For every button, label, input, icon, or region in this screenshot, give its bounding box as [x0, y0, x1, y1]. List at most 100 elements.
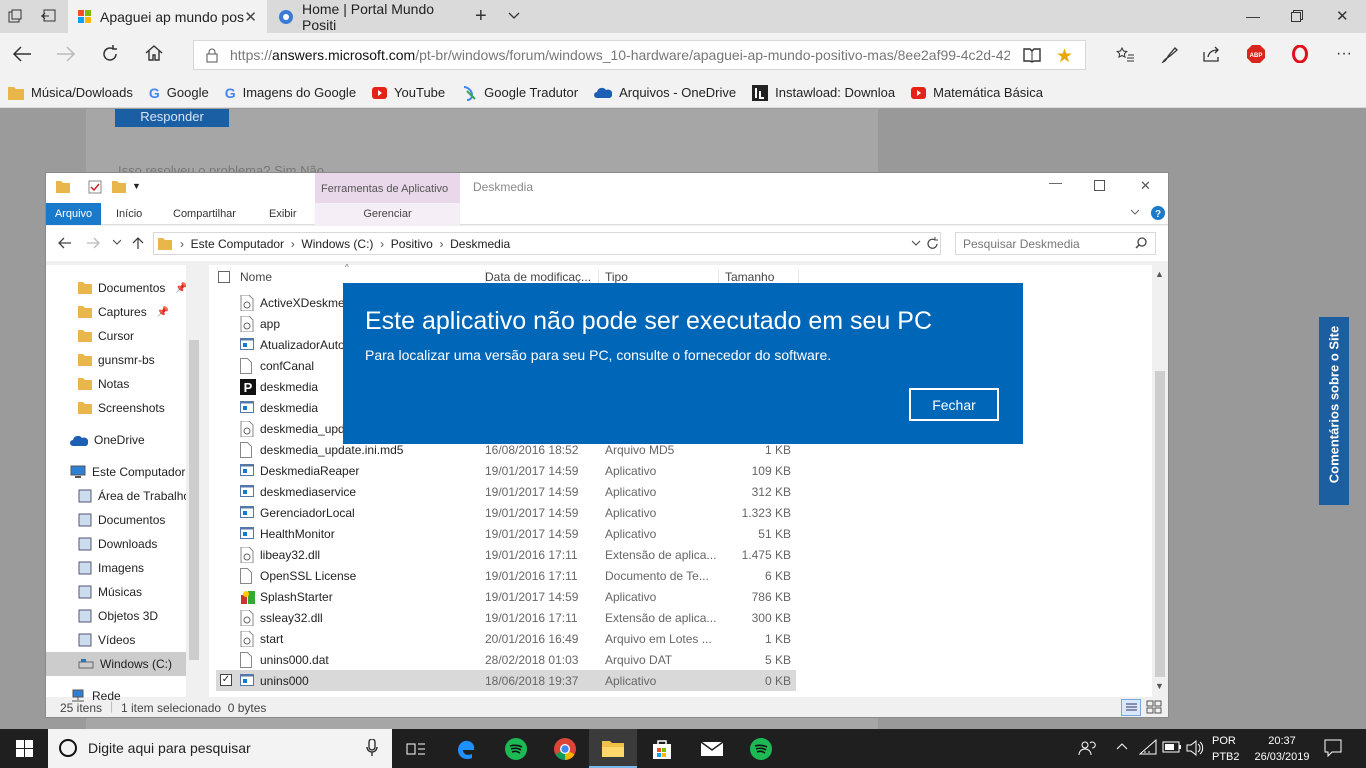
url-text[interactable]: https://answers.microsoft.com/pt-br/wind…	[230, 47, 1010, 63]
scroll-up-arrow-icon[interactable]: ▲	[1155, 269, 1164, 279]
file-row[interactable]: libeay32.dll 19/01/2016 17:11 Extensão de …	[216, 544, 796, 565]
help-icon[interactable]: ?	[1151, 206, 1165, 220]
site-feedback-button[interactable]: Comentários sobre o Site	[1319, 317, 1349, 505]
start-windows-icon[interactable]	[0, 729, 48, 768]
refresh-icon[interactable]	[100, 44, 120, 64]
file-row[interactable]: GerenciadorLocal 19/01/2017 14:59 Aplicati…	[216, 502, 796, 523]
path-bar[interactable]: › Este Computador › Windows (C:) › Posit…	[153, 232, 941, 255]
up-folder-icon[interactable]	[132, 236, 144, 250]
pen-icon[interactable]	[1160, 45, 1180, 65]
volume-icon[interactable]	[1186, 740, 1204, 756]
set-tabs-aside-icon[interactable]	[40, 9, 56, 23]
nav-item[interactable]: Músicas	[46, 580, 186, 604]
edge-icon[interactable]	[442, 729, 490, 768]
nav-scrollbar[interactable]	[186, 265, 202, 697]
crumb-este-computador[interactable]: Este Computador	[191, 237, 284, 251]
reply-button[interactable]: Responder	[115, 109, 229, 127]
properties-icon[interactable]	[88, 180, 102, 194]
tab-gerenciar[interactable]: Gerenciar	[315, 203, 460, 225]
more-options-icon[interactable]: ···	[1336, 45, 1352, 63]
new-tab-icon[interactable]: +	[475, 5, 487, 28]
opera-icon[interactable]	[1292, 45, 1308, 63]
search-folder-input[interactable]: Pesquisar Deskmedia	[955, 232, 1156, 255]
nav-item[interactable]: Este Computador	[46, 460, 186, 484]
nav-item[interactable]: Documentos 📌	[46, 276, 186, 300]
microphone-icon[interactable]	[366, 739, 378, 757]
people-icon[interactable]	[1078, 739, 1096, 757]
nav-scroll-thumb[interactable]	[189, 340, 199, 660]
quick-access-dropdown-icon[interactable]: ▼	[132, 181, 141, 191]
network-wifi-icon[interactable]	[1139, 739, 1157, 755]
explorer-forward-icon[interactable]	[86, 237, 100, 249]
nav-item[interactable]: Captures 📌	[46, 300, 186, 324]
favorite-star-icon[interactable]: ★	[1056, 45, 1073, 68]
nav-item[interactable]: Vídeos	[46, 628, 186, 652]
action-center-icon[interactable]	[1324, 739, 1342, 757]
file-row[interactable]: HealthMonitor 19/01/2017 14:59 Aplicativo 5…	[216, 523, 796, 544]
tab-compartilhar[interactable]: Compartilhar	[173, 203, 236, 225]
path-dropdown-icon[interactable]	[911, 240, 921, 247]
back-icon[interactable]	[12, 45, 32, 63]
nav-item[interactable]: Cursor	[46, 324, 186, 348]
tab-preview-chevron-icon[interactable]	[507, 8, 521, 22]
favorites-hub-icon[interactable]	[1115, 45, 1135, 65]
fav-google[interactable]: G Google	[149, 85, 209, 101]
forward-icon[interactable]	[56, 45, 76, 63]
battery-icon[interactable]	[1162, 741, 1182, 753]
crumb-deskmedia[interactable]: Deskmedia	[450, 237, 510, 251]
nav-item[interactable]: Rede	[46, 684, 186, 708]
fav-instawload[interactable]: Instawload: Downloa	[752, 84, 895, 101]
restore-window-icon[interactable]	[1291, 10, 1303, 22]
file-scroll-thumb[interactable]	[1155, 371, 1165, 677]
recent-locations-icon[interactable]	[113, 239, 121, 245]
details-view-icon[interactable]	[1121, 699, 1141, 716]
explorer-back-icon[interactable]	[58, 237, 72, 249]
tab-exibir[interactable]: Exibir	[269, 203, 297, 225]
show-hidden-icons-icon[interactable]	[1116, 741, 1128, 751]
spotify-icon-2[interactable]	[737, 729, 785, 768]
tab-arquivo[interactable]: Arquivo	[46, 203, 101, 225]
file-row[interactable]: ✓ unins000 18/06/2018 19:37 Aplicativo 0 KB	[216, 670, 796, 691]
file-explorer-taskbar-icon[interactable]	[589, 729, 637, 768]
file-row[interactable]: DeskmediaReaper 19/01/2017 14:59 Aplicativ…	[216, 460, 796, 481]
nav-item[interactable]: Imagens	[46, 556, 186, 580]
taskbar-search[interactable]: Digite aqui para pesquisar	[48, 729, 392, 768]
explorer-maximize-icon[interactable]	[1094, 180, 1105, 191]
file-row[interactable]: ssleay32.dll 19/01/2016 17:11 Extensão de …	[216, 607, 796, 628]
large-icons-view-icon[interactable]	[1146, 700, 1162, 714]
fav-matematica[interactable]: Matemática Básica	[911, 85, 1043, 100]
nav-item[interactable]: gunsmr-bs	[46, 348, 186, 372]
spotify-icon[interactable]	[492, 729, 540, 768]
close-tab-icon[interactable]: ✕	[244, 8, 257, 26]
file-row[interactable]: unins000.dat 28/02/2018 01:03 Arquivo DAT 5…	[216, 649, 796, 670]
file-row[interactable]: start 20/01/2016 16:49 Arquivo em Lotes ..…	[216, 628, 796, 649]
crumb-positivo[interactable]: Positivo	[391, 237, 433, 251]
expand-ribbon-icon[interactable]	[1130, 208, 1140, 216]
file-row[interactable]: OpenSSL License 19/01/2016 17:11 Documento…	[216, 565, 796, 586]
reading-view-icon[interactable]	[1023, 47, 1041, 63]
fav-youtube[interactable]: YouTube	[372, 85, 445, 100]
fav-onedrive[interactable]: Arquivos - OneDrive	[594, 85, 736, 100]
close-button[interactable]: Fechar	[909, 388, 999, 421]
scroll-down-arrow-icon[interactable]: ▼	[1155, 681, 1164, 691]
store-icon[interactable]	[638, 729, 686, 768]
mail-icon[interactable]	[688, 729, 736, 768]
nav-item[interactable]: Área de Trabalho	[46, 484, 186, 508]
nav-item[interactable]: Screenshots	[46, 396, 186, 420]
refresh-folder-icon[interactable]	[926, 237, 939, 250]
file-row[interactable]: deskmediaservice 19/01/2017 14:59 Aplicati…	[216, 481, 796, 502]
nav-item[interactable]: Notas	[46, 372, 186, 396]
task-view-icon[interactable]	[392, 729, 440, 768]
language-indicator[interactable]: POR PTB2	[1212, 733, 1240, 765]
fav-tradutor[interactable]: Google Tradutor	[461, 85, 578, 101]
nav-item[interactable]: Documentos	[46, 508, 186, 532]
file-row[interactable]: SplashStarter 19/01/2017 14:59 Aplicativo 7…	[216, 586, 796, 607]
fav-musica[interactable]: Música/Dowloads	[8, 85, 133, 100]
home-icon[interactable]	[144, 44, 164, 62]
context-tab-app-tools[interactable]: Ferramentas de Aplicativo	[315, 173, 460, 203]
close-window-icon[interactable]: ✕	[1336, 7, 1349, 25]
tab-inicio[interactable]: Início	[116, 203, 142, 225]
explorer-close-icon[interactable]: ✕	[1140, 178, 1151, 194]
row-checkbox[interactable]: ✓	[220, 674, 232, 686]
nav-item[interactable]: Windows (C:)	[46, 652, 186, 676]
